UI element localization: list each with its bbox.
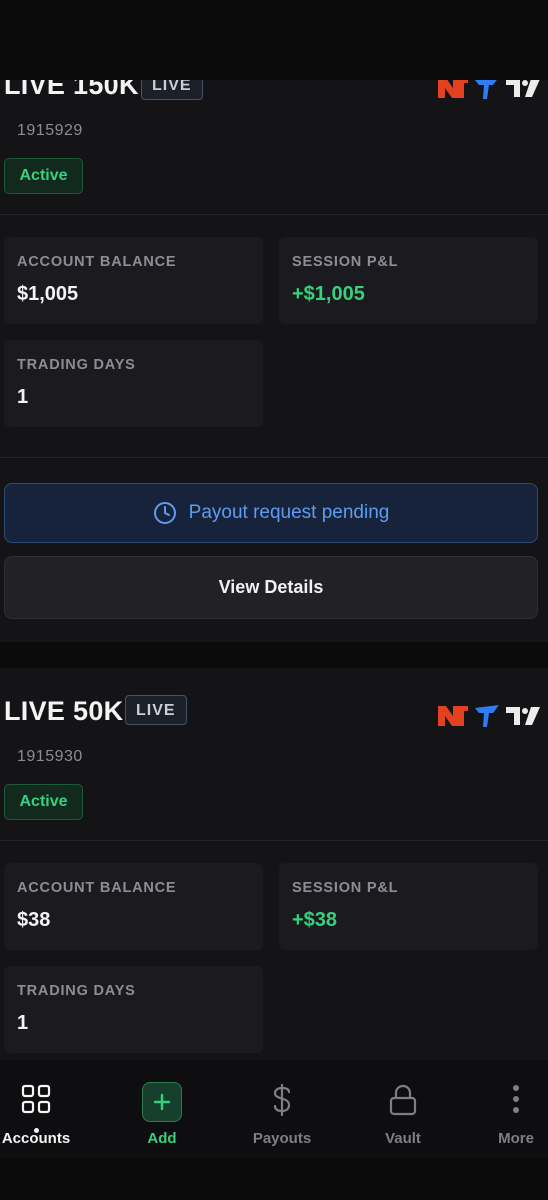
- trading-days-value: 1: [17, 1012, 29, 1034]
- account-title: LIVE 50K: [4, 696, 124, 726]
- trading-days-label: TRADING DAYS: [17, 983, 136, 999]
- nav-more[interactable]: More: [466, 1060, 548, 1158]
- account-id: 1915929: [17, 122, 83, 139]
- account-balance-tile: ACCOUNT BALANCE $38: [4, 863, 263, 950]
- plus-icon: [153, 1093, 171, 1111]
- gesture-area: [0, 1158, 548, 1200]
- clock-icon: [153, 502, 176, 524]
- account-id: 1915930: [17, 748, 83, 765]
- trading-days-tile: TRADING DAYS 1: [4, 340, 263, 427]
- account-balance-label: ACCOUNT BALANCE: [17, 880, 177, 896]
- nav-vault[interactable]: Vault: [353, 1060, 453, 1158]
- divider: [0, 840, 548, 841]
- view-details-button[interactable]: View Details: [4, 556, 538, 619]
- session-pnl-tile: SESSION P&L +$38: [279, 863, 538, 950]
- add-button[interactable]: [142, 1082, 182, 1122]
- nav-add[interactable]: Add: [112, 1060, 212, 1158]
- account-card: LIVE 50K LIVE 1915930 Active ACCOUNT BAL…: [0, 668, 548, 1068]
- grid-icon: [21, 1084, 51, 1114]
- platform-logos: [438, 704, 540, 728]
- tradovate-icon: [475, 705, 499, 727]
- nav-label: Vault: [385, 1130, 421, 1147]
- account-balance-value: $1,005: [17, 283, 79, 305]
- session-pnl-value: +$1,005: [292, 283, 365, 305]
- nav-label: Add: [147, 1130, 177, 1147]
- status-badge: Active: [4, 784, 83, 820]
- lock-icon: [389, 1084, 417, 1116]
- divider: [0, 457, 548, 458]
- tradingview-icon: [506, 79, 540, 97]
- ninjatrader-icon: [438, 706, 468, 726]
- status-badge: Active: [4, 158, 83, 194]
- payout-pending-text: Payout request pending: [188, 502, 390, 523]
- session-pnl-value: +$38: [292, 909, 338, 931]
- tradingview-icon: [506, 707, 540, 725]
- divider: [0, 214, 548, 215]
- session-pnl-label: SESSION P&L: [292, 254, 399, 270]
- dollar-icon: [273, 1084, 291, 1116]
- card-gap: [0, 642, 548, 668]
- nav-accounts[interactable]: Accounts: [0, 1060, 86, 1158]
- nav-label: Accounts: [1, 1130, 71, 1147]
- session-pnl-label: SESSION P&L: [292, 880, 399, 896]
- trading-days-tile: TRADING DAYS 1: [4, 966, 263, 1053]
- nav-label: More: [498, 1130, 534, 1147]
- trading-days-value: 1: [17, 386, 29, 408]
- nav-label: Payouts: [252, 1130, 312, 1147]
- account-balance-tile: ACCOUNT BALANCE $1,005: [4, 237, 263, 324]
- bottom-nav: Accounts Add Payouts Vault More: [0, 1060, 548, 1158]
- nav-payouts[interactable]: Payouts: [232, 1060, 332, 1158]
- status-bar: [0, 0, 548, 80]
- more-vertical-icon: [513, 1085, 519, 1113]
- account-card: LIVE 150K LIVE 1915929 Active ACCOUNT BA…: [0, 0, 548, 642]
- live-tag: LIVE: [125, 695, 187, 725]
- payout-pending-banner: Payout request pending: [4, 483, 538, 543]
- session-pnl-tile: SESSION P&L +$1,005: [279, 237, 538, 324]
- account-balance-value: $38: [17, 909, 51, 931]
- trading-days-label: TRADING DAYS: [17, 357, 136, 373]
- account-balance-label: ACCOUNT BALANCE: [17, 254, 177, 270]
